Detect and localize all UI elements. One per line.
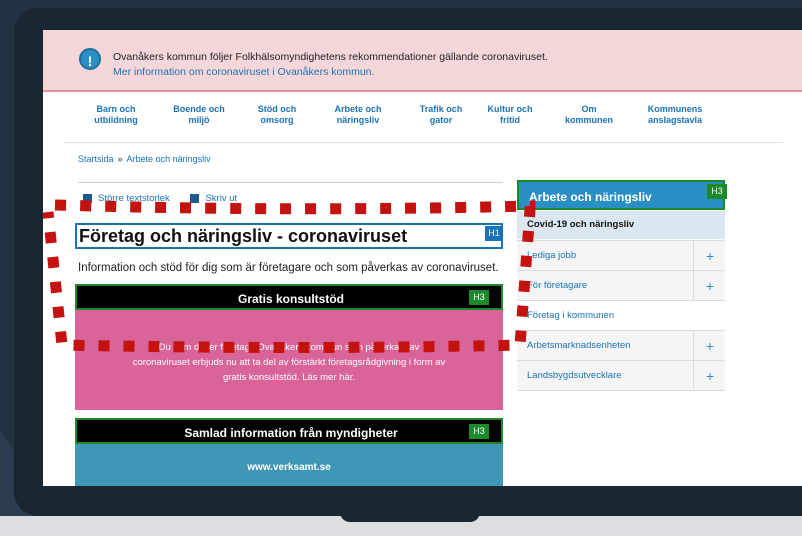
text-size-button[interactable]: Större textstorlek xyxy=(83,193,170,204)
sidebar-title: Arbete och näringsliv xyxy=(529,190,652,204)
card-description: Du som driver företag i Ovanåkers kommun… xyxy=(132,342,446,383)
nav-divider xyxy=(63,142,783,143)
sidebar-divider xyxy=(517,390,725,391)
expand-plus-icon[interactable]: + xyxy=(693,331,726,361)
sidebar-item-covid-19[interactable]: Covid-19 och näringsliv xyxy=(517,211,725,239)
sidebar-item-foretag-i-kommunen[interactable]: Företag i kommunen xyxy=(517,300,725,330)
print-icon xyxy=(190,193,200,203)
card-gratis-konsultstod[interactable]: Du som driver företag i Ovanåkers kommun… xyxy=(75,284,503,410)
text-size-icon xyxy=(83,193,92,203)
h3-badge: H3 xyxy=(707,184,727,199)
alert-link[interactable]: Mer information om coronaviruset i Ovanå… xyxy=(113,65,374,79)
sidebar-item-for-foretagare[interactable]: För företagare + xyxy=(517,270,726,301)
h3-badge: H3 xyxy=(469,424,489,439)
card-heading-box: Gratis konsultstöd H3 xyxy=(75,284,503,310)
nav-item-stod-och-omsorg[interactable]: Stöd och omsorg xyxy=(237,104,317,126)
breadcrumb-separator: » xyxy=(117,154,123,164)
expand-plus-icon[interactable]: + xyxy=(693,361,726,391)
nav-item-om-kommunen[interactable]: Om kommunen xyxy=(549,104,629,126)
sidebar-item-arbetsmarknadsenheten[interactable]: Arbetsmarknadsenheten + xyxy=(517,330,726,361)
page-title: Företag och näringsliv - coronaviruset xyxy=(79,226,408,246)
breadcrumb: Startsida» Arbete och näringsliv xyxy=(78,154,211,164)
h3-badge: H3 xyxy=(469,290,489,305)
nav-item-trafik-och-gator[interactable]: Trafik och gator xyxy=(401,104,481,126)
card-heading-box: Samlad information från myndigheter H3 xyxy=(75,418,503,444)
card-image: www.verksamt.se xyxy=(75,444,503,486)
corona-alert-banner: ! Ovanåkers kommun följer Folkhälsomyndi… xyxy=(43,30,802,92)
warning-icon: ! xyxy=(79,48,101,70)
expand-plus-icon[interactable]: + xyxy=(693,271,726,301)
print-button[interactable]: Skriv ut xyxy=(190,193,237,204)
card-title: Gratis konsultstöd xyxy=(237,292,344,306)
breadcrumb-current[interactable]: Arbete och näringsliv xyxy=(127,154,211,164)
nav-item-kommunens-anslagstavla[interactable]: Kommunens anslagstavla xyxy=(635,104,715,126)
breadcrumb-home[interactable]: Startsida xyxy=(78,154,114,164)
page-tools: Större textstorlek Skriv ut xyxy=(83,193,255,204)
laptop-notch xyxy=(340,512,480,522)
card-link[interactable]: www.verksamt.se xyxy=(75,462,503,473)
content-divider xyxy=(78,182,503,183)
nav-item-kultur-och-fritid[interactable]: Kultur och fritid xyxy=(470,104,550,126)
card-image: Du som driver företag i Ovanåkers kommun… xyxy=(75,310,503,410)
main-navigation: Barn och utbildning Boende och miljö Stöd … xyxy=(43,104,802,134)
browser-viewport: ! Ovanåkers kommun följer Folkhälsomyndi… xyxy=(43,30,802,486)
h1-badge: H1 xyxy=(485,226,503,241)
nav-item-boende-och-miljo[interactable]: Boende och miljö xyxy=(159,104,239,126)
sidebar-heading[interactable]: Arbete och näringsliv H3 xyxy=(517,180,727,210)
sidebar-item-landsbygdsutvecklare[interactable]: Landsbygdsutvecklare + xyxy=(517,360,726,391)
nav-item-arbete-och-naringsliv[interactable]: Arbete och näringsliv xyxy=(318,104,398,126)
nav-item-barn-och-utbildning[interactable]: Barn och utbildning xyxy=(76,104,156,126)
card-samlad-information[interactable]: www.verksamt.se Samlad information från … xyxy=(75,418,503,486)
sidebar-item-lediga-jobb[interactable]: Lediga jobb + xyxy=(517,240,726,271)
expand-plus-icon[interactable]: + xyxy=(693,241,726,271)
card-title: Samlad information från myndigheter xyxy=(184,426,398,440)
alert-text: Ovanåkers kommun följer Folkhälsomyndigh… xyxy=(113,51,548,63)
page-lead: Information och stöd för dig som är före… xyxy=(78,262,499,274)
